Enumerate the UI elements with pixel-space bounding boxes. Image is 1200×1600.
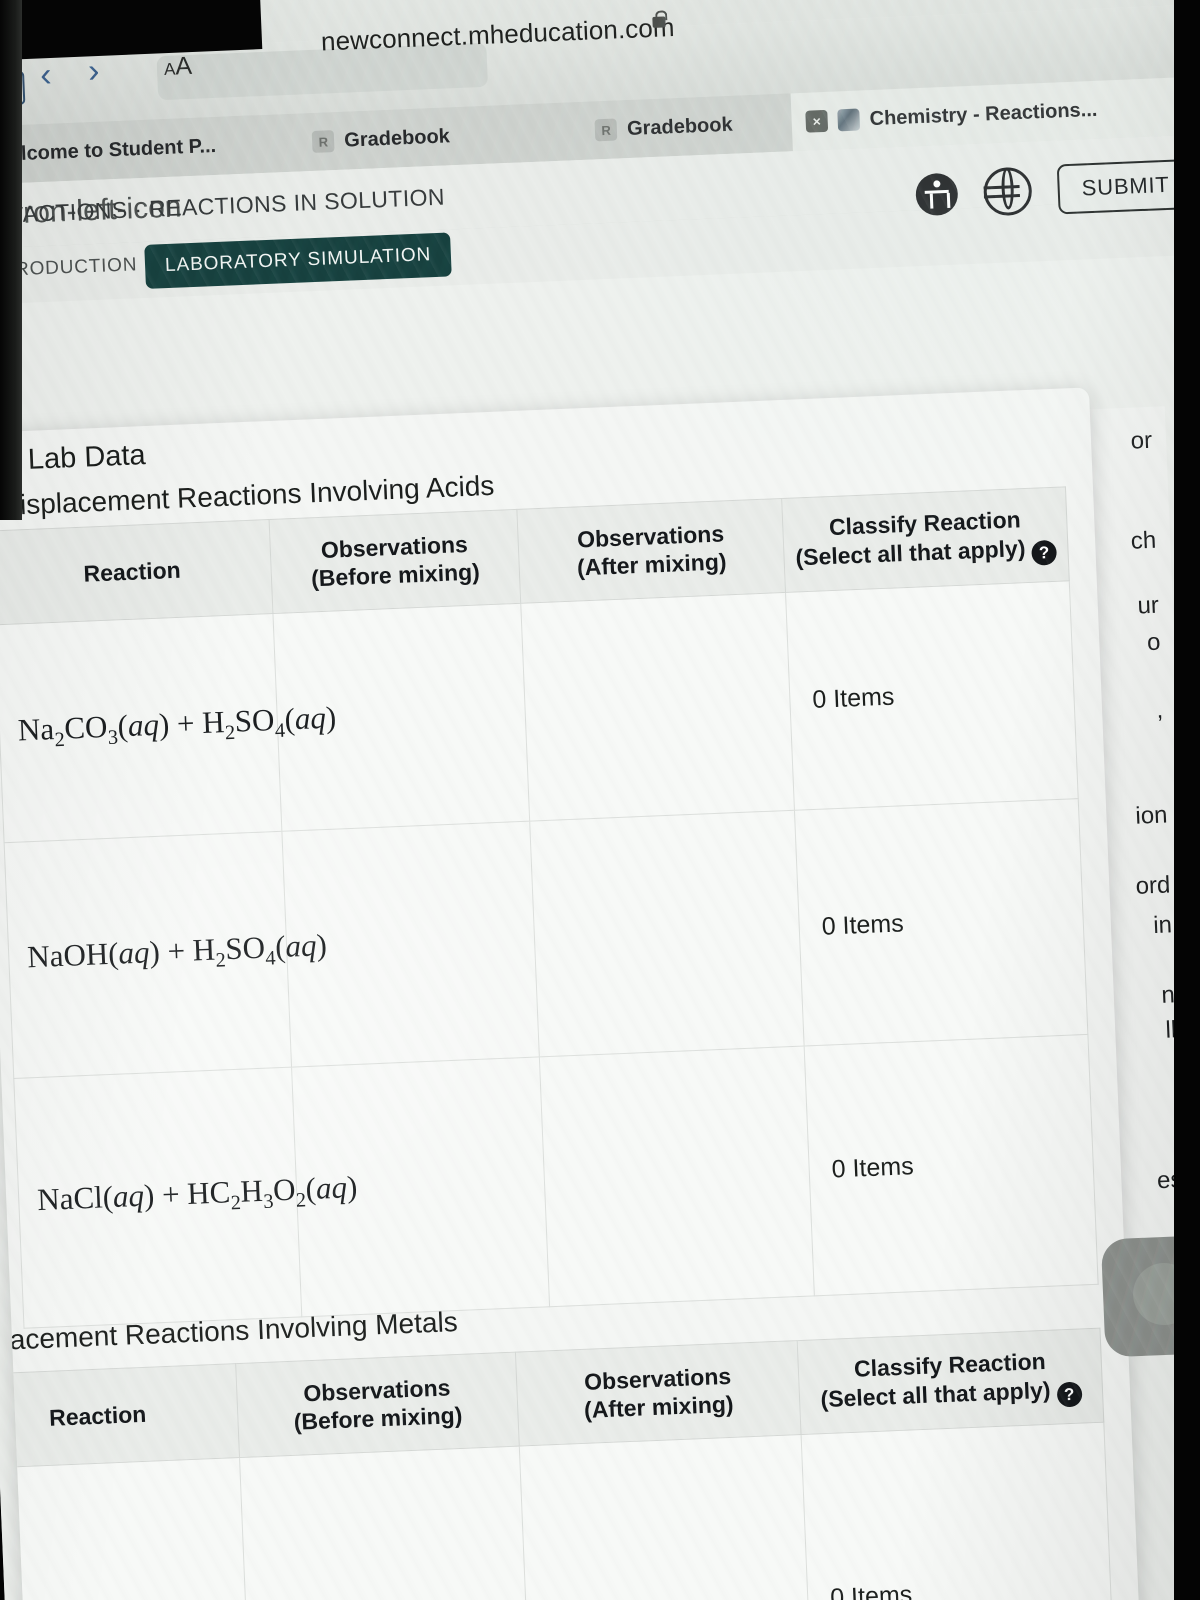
col-observations-after: Observations (After mixing) [516, 498, 786, 604]
bg-text-fragment: ord [1135, 871, 1171, 900]
modal-window-controls: — ✕ [965, 387, 1058, 390]
table-row: NaCl(aq) + HC2H3O2(aq) 0 Items [13, 1034, 1099, 1329]
browser-tab-label: Gradebook [626, 113, 733, 140]
reaction-cell: NaOH(aq) + H2SO4(aq) [4, 831, 327, 1079]
observations-after-cell[interactable] [539, 1045, 815, 1307]
bg-text-fragment: ion [1134, 801, 1169, 830]
bg-text-fragment: or [1130, 426, 1153, 455]
forward-button[interactable]: › [87, 52, 100, 90]
reaction-cell: (s) + H2SO4(aq) [0, 1457, 254, 1600]
screen-bezel-right [1174, 0, 1200, 1600]
col-reaction: Reaction [0, 1363, 240, 1469]
observations-after-cell[interactable] [519, 1434, 815, 1600]
observations-before-cell[interactable] [239, 1445, 533, 1600]
reaction-cell: NaCl(aq) + HC2H3O2(aq) [13, 1066, 358, 1329]
thumbnail-favicon [837, 108, 861, 132]
browser-tab-label: Welcome to Student P... [0, 134, 217, 166]
classify-cell[interactable]: 0 Items [794, 798, 1088, 1046]
classify-cell[interactable]: 0 Items [785, 580, 1079, 811]
more-options-icon[interactable]: ••• [483, 0, 524, 4]
modal-title: Lab Data [27, 439, 147, 476]
observations-after-cell[interactable] [520, 592, 795, 821]
bg-text-fragment: , [1155, 696, 1164, 724]
observations-after-cell[interactable] [529, 810, 805, 1057]
lock-icon [652, 16, 666, 28]
reload-icon[interactable]: ↻ [800, 0, 830, 7]
screen-bezel-left [0, 0, 22, 520]
r-letter-favicon: R [311, 130, 335, 153]
help-icon[interactable]: ? [1031, 539, 1058, 566]
browser-tab-label: Chemistry - Reactions... [869, 98, 1098, 130]
lab-data-modal: — ✕ Lab Data Displacement Reactions Invo… [0, 387, 1148, 1600]
bg-text-fragment: ur [1136, 591, 1160, 620]
bg-text-fragment: ch [1130, 526, 1157, 555]
reaction-cell: Na2CO3(aq) + H2SO4(aq) [0, 613, 337, 843]
globe-icon[interactable] [982, 166, 1033, 217]
table-row: NaOH(aq) + H2SO4(aq) 0 Items [4, 798, 1088, 1079]
tablet-screen: 10:05 PM Tue May 31 ••• ‹ › AA newconnec… [0, 0, 1200, 1600]
classify-cell[interactable]: 0 Items [801, 1421, 1118, 1600]
connect-action-toolbar: SUBMIT [915, 158, 1195, 220]
back-button[interactable]: ‹ [39, 56, 52, 94]
tab-laboratory-simulation[interactable]: LABORATORY SIMULATION [144, 232, 453, 289]
minimize-button[interactable]: — [965, 387, 1007, 389]
r-letter-favicon: R [594, 118, 618, 142]
browser-tab-label: Gradebook [343, 124, 451, 152]
acids-table: Reaction Observations (Before mixing) Obs… [0, 486, 1099, 1329]
text-size-button[interactable]: AA [163, 52, 193, 82]
col-observations-after: Observations (After mixing) [515, 1340, 802, 1446]
col-reaction: Reaction [0, 519, 273, 625]
table-row: Na2CO3(aq) + H2SO4(aq) 0 Items [0, 580, 1079, 843]
col-classify-reaction: Classify Reaction (Select all that apply)… [797, 1328, 1104, 1435]
close-icon[interactable]: × [805, 109, 829, 133]
breadcrumb: REACTIONS · REACTIONS IN SOLUTION [0, 183, 446, 229]
bg-text-fragment: o [1146, 628, 1161, 657]
photo-of-tablet-screen: 10:05 PM Tue May 31 ••• ‹ › AA newconnec… [0, 0, 1200, 1600]
close-button[interactable]: ✕ [1023, 387, 1058, 388]
help-icon[interactable]: ? [1056, 1381, 1083, 1408]
col-observations-before: Observations (Before mixing) [269, 509, 521, 614]
col-classify-reaction: Classify Reaction (Select all that apply)… [781, 486, 1070, 593]
connect-page: chevron-left-icon REACTIONS · REACTIONS … [0, 134, 1200, 1600]
col-observations-before: Observations (Before mixing) [235, 1352, 520, 1458]
accessibility-icon[interactable] [915, 172, 959, 217]
metals-table: Reaction Observations (Before mixing) Obs… [0, 1328, 1118, 1600]
bg-text-fragment: in [1152, 911, 1173, 940]
classify-cell[interactable]: 0 Items [804, 1034, 1099, 1296]
